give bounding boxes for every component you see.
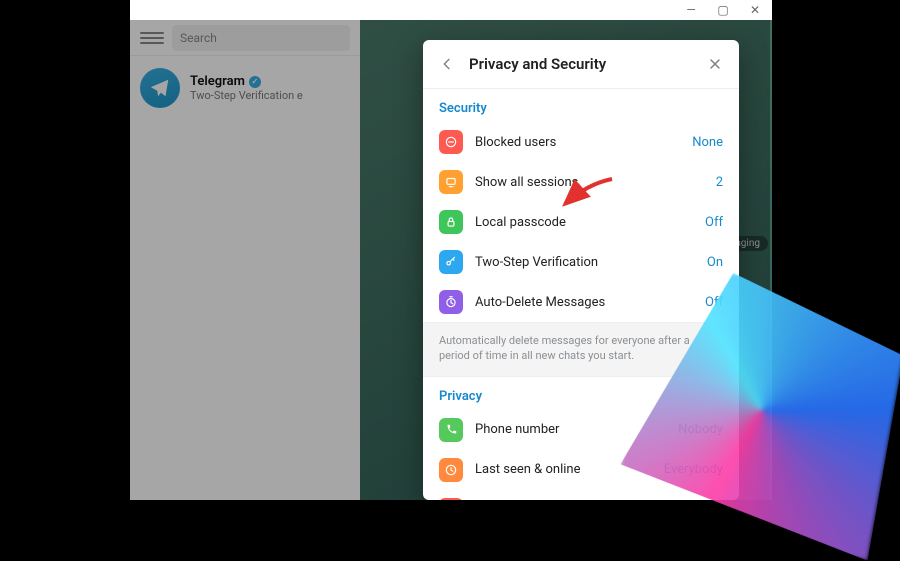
row-profile-photos[interactable]: Profile photos Everybody: [423, 490, 739, 500]
row-blocked-users[interactable]: Blocked users None: [423, 122, 739, 162]
row-value: Off: [705, 215, 723, 230]
row-label: Phone number: [475, 422, 666, 437]
row-label: Two-Step Verification: [475, 255, 695, 270]
row-last-seen[interactable]: Last seen & online Everybody: [423, 450, 739, 490]
back-icon[interactable]: [437, 54, 457, 74]
lock-icon: [439, 210, 463, 234]
close-icon[interactable]: [705, 54, 725, 74]
row-auto-delete[interactable]: Auto-Delete Messages Off: [423, 282, 739, 322]
row-value: Nobody: [678, 422, 723, 437]
phone-icon: [439, 418, 463, 442]
row-sessions[interactable]: Show all sessions 2: [423, 162, 739, 202]
row-value: On: [707, 255, 723, 270]
row-two-step[interactable]: Two-Step Verification On: [423, 242, 739, 282]
row-label: Local passcode: [475, 215, 693, 230]
row-local-passcode[interactable]: Local passcode Off: [423, 202, 739, 242]
blocked-icon: [439, 130, 463, 154]
close-window-button[interactable]: ✕: [748, 3, 762, 17]
window-titlebar: — ▢ ✕: [130, 0, 772, 20]
row-label: Blocked users: [475, 135, 680, 150]
row-value: None: [692, 135, 723, 150]
timer-icon: [439, 290, 463, 314]
auto-delete-description: Automatically delete messages for everyo…: [423, 322, 739, 377]
row-value: Off: [705, 295, 723, 310]
desktop-background: — ▢ ✕ Search Telegram: [130, 0, 772, 500]
row-value: 2: [716, 175, 723, 190]
row-phone-number[interactable]: Phone number Nobody: [423, 410, 739, 450]
modal-title: Privacy and Security: [469, 55, 693, 73]
modal-header: Privacy and Security: [423, 40, 739, 89]
clock-icon: [439, 458, 463, 482]
row-label: Auto-Delete Messages: [475, 295, 693, 310]
row-label: Last seen & online: [475, 462, 652, 477]
section-security-header: Security: [423, 89, 739, 122]
modal-body[interactable]: Security Blocked users None Show all ses…: [423, 89, 739, 500]
privacy-security-modal: Privacy and Security Security Blocked us…: [423, 40, 739, 500]
row-label: Show all sessions: [475, 175, 704, 190]
row-value: Everybody: [664, 462, 723, 477]
section-privacy-header: Privacy: [423, 377, 739, 410]
sessions-icon: [439, 170, 463, 194]
max-button[interactable]: ▢: [716, 3, 730, 17]
min-button[interactable]: —: [684, 3, 698, 17]
key-icon: [439, 250, 463, 274]
